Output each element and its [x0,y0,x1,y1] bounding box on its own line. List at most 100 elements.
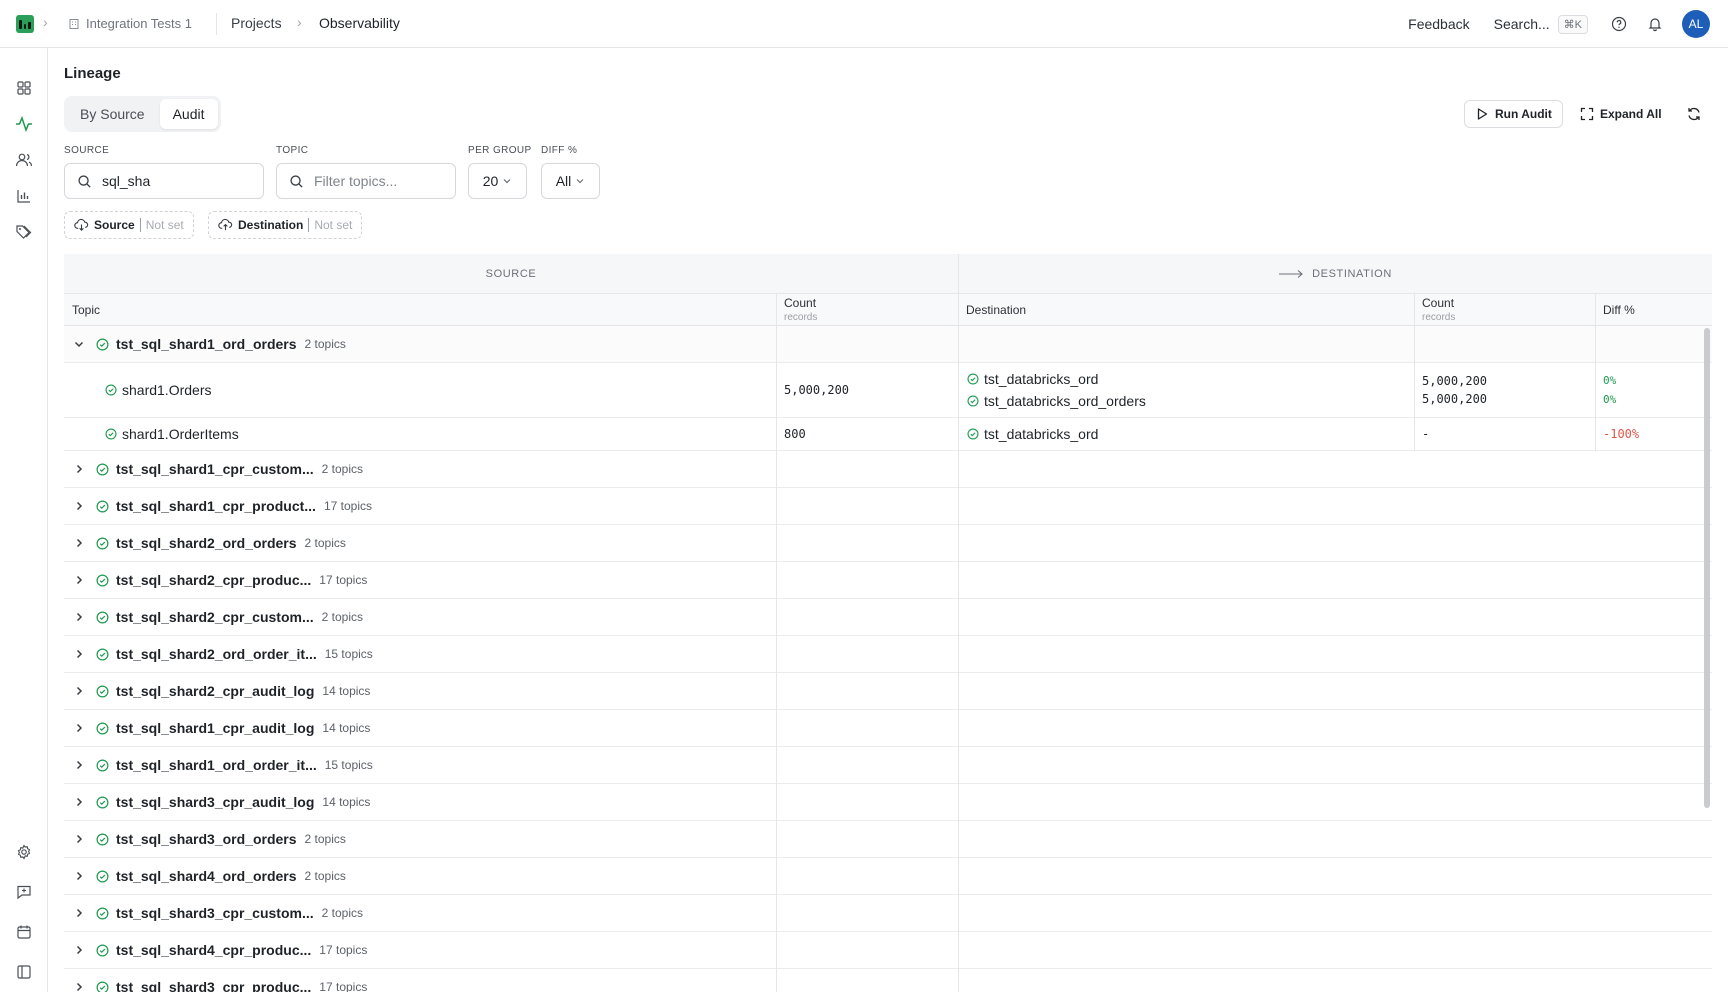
table-row-group[interactable]: tst_sql_shard2_ord_orders 2 topics [64,525,1712,562]
tab-audit[interactable]: Audit [159,99,218,129]
table-scrollbar[interactable] [1704,328,1710,808]
user-avatar[interactable]: AL [1682,10,1710,38]
table-row-group-expanded[interactable]: tst_sql_shard1_ord_orders 2 topics [64,326,1712,363]
chevron-down-icon[interactable] [72,337,86,351]
per-group-label: PER GROUP [468,145,532,156]
workspace-crumb[interactable]: Integration Tests 1 [68,16,192,31]
tab-by-source[interactable]: By Source [67,99,158,129]
chevron-right-icon[interactable] [72,499,86,513]
expand-all-button[interactable]: Expand All [1570,100,1672,128]
group-topic-count: 2 topics [321,462,363,476]
check-circle-icon [96,759,109,772]
column-header-topic[interactable]: Topic [64,294,776,326]
destination-name: tst_databricks_ord [984,426,1099,442]
check-circle-icon [96,463,109,476]
child-topic-cell: shard1.OrderItems [104,418,239,450]
chevron-right-icon[interactable] [72,573,86,587]
group-name: tst_sql_shard2_cpr_custom... [116,609,314,625]
diff-select[interactable]: All [541,163,600,199]
calendar-icon[interactable] [14,922,34,942]
chevron-right-icon[interactable] [72,795,86,809]
check-circle-icon [96,574,109,587]
table-row-group[interactable]: tst_sql_shard3_cpr_produc... 17 topics [64,969,1712,992]
app-logo-icon[interactable] [16,15,34,33]
column-header-destination[interactable]: Destination [958,294,1414,326]
table-row-child[interactable]: shard1.Orders 5,000,200 tst_databricks_o… [64,363,1712,418]
chevron-right-icon[interactable] [72,536,86,550]
feedback-link[interactable]: Feedback [1408,16,1469,32]
users-icon[interactable] [14,150,34,170]
destination-item[interactable]: tst_databricks_ord_orders [966,393,1146,409]
chevron-right-icon[interactable] [72,980,86,992]
per-group-select[interactable]: 20 [468,163,527,199]
table-row-group[interactable]: tst_sql_shard4_cpr_produc... 17 topics [64,932,1712,969]
help-icon[interactable] [1610,15,1628,33]
check-circle-icon [96,944,109,957]
refresh-button[interactable] [1680,100,1708,128]
destination-item[interactable]: tst_databricks_ord [966,426,1098,442]
table-row-group[interactable]: tst_sql_shard1_cpr_custom... 2 topics [64,451,1712,488]
chevron-right-icon[interactable] [72,462,86,476]
chevron-right-icon[interactable] [72,647,86,661]
table-row-group[interactable]: tst_sql_shard2_cpr_produc... 17 topics [64,562,1712,599]
table-row-group[interactable]: tst_sql_shard3_cpr_audit_log 14 topics [64,784,1712,821]
dest-record-count: 5,000,200 [1422,392,1488,406]
search-icon [290,174,303,188]
source-chip[interactable]: Source Not set [64,211,194,239]
breadcrumb-projects-label: Projects [231,15,282,31]
destination-item[interactable]: tst_databricks_ord [966,371,1146,387]
chevron-right-icon[interactable] [72,943,86,957]
source-filter-input[interactable]: sql_sha [64,163,264,199]
tags-icon[interactable] [14,222,34,242]
diff-value: 0% [1603,374,1617,387]
column-dest-count-sublabel: records [1422,312,1456,323]
table-row-group[interactable]: tst_sql_shard2_cpr_custom... 2 topics [64,599,1712,636]
check-circle-icon [96,537,109,550]
table-row-group[interactable]: tst_sql_shard1_cpr_audit_log 14 topics [64,710,1712,747]
breadcrumb-projects[interactable]: Projects [231,15,282,31]
sidebar [0,48,48,992]
topic-filter-input[interactable]: Filter topics... [276,163,456,199]
table-row-group[interactable]: tst_sql_shard2_ord_order_it... 15 topics [64,636,1712,673]
chevron-right-icon[interactable] [72,684,86,698]
table-row-group[interactable]: tst_sql_shard2_cpr_audit_log 14 topics [64,673,1712,710]
topic-filter-label: TOPIC [276,145,309,156]
diff-value: 0% [1603,393,1617,406]
chevron-right-icon[interactable] [72,869,86,883]
table-row-group[interactable]: tst_sql_shard1_cpr_product... 17 topics [64,488,1712,525]
dashboard-icon[interactable] [14,78,34,98]
column-header-dest-count[interactable]: Count records [1414,294,1595,326]
bell-icon[interactable] [1646,15,1664,33]
cloud-download-icon [74,218,89,231]
table-row-group[interactable]: tst_sql_shard4_ord_orders 2 topics [64,858,1712,895]
bar-chart-icon[interactable] [14,186,34,206]
chevron-right-icon: › [43,14,48,30]
chevron-right-icon[interactable] [72,758,86,772]
search-button[interactable]: Search... [1494,16,1550,32]
settings-icon[interactable] [14,842,34,862]
table-row-group[interactable]: tst_sql_shard3_ord_orders 2 topics [64,821,1712,858]
table-row-child[interactable]: shard1.OrderItems 800 tst_databricks_ord… [64,418,1712,451]
group-cell: tst_sql_shard2_cpr_produc... 17 topics [72,562,367,598]
group-topic-count: 17 topics [319,943,368,957]
sidebar-toggle-icon[interactable] [14,962,34,982]
table-row-group[interactable]: tst_sql_shard3_cpr_custom... 2 topics [64,895,1712,932]
group-topic-count: 14 topics [322,684,371,698]
view-tabs: By Source Audit [64,96,221,132]
chevron-right-icon[interactable] [72,721,86,735]
group-name: tst_sql_shard3_cpr_custom... [116,905,314,921]
chevron-right-icon[interactable] [72,906,86,920]
table-row-group[interactable]: tst_sql_shard1_ord_order_it... 15 topics [64,747,1712,784]
destination-chip[interactable]: Destination Not set [208,211,363,239]
chevron-right-icon[interactable] [72,832,86,846]
breadcrumb-observability[interactable]: Observability [319,15,400,31]
column-header-diff[interactable]: Diff % [1595,294,1712,326]
run-audit-button[interactable]: Run Audit [1464,100,1563,128]
check-circle-icon [96,870,109,883]
chevron-right-icon[interactable] [72,610,86,624]
activity-icon[interactable] [14,114,34,134]
dest-record-count: 5,000,200 [1422,374,1488,388]
column-header-count[interactable]: Count records [776,294,958,326]
message-icon[interactable] [14,882,34,902]
column-divider [1595,294,1596,451]
